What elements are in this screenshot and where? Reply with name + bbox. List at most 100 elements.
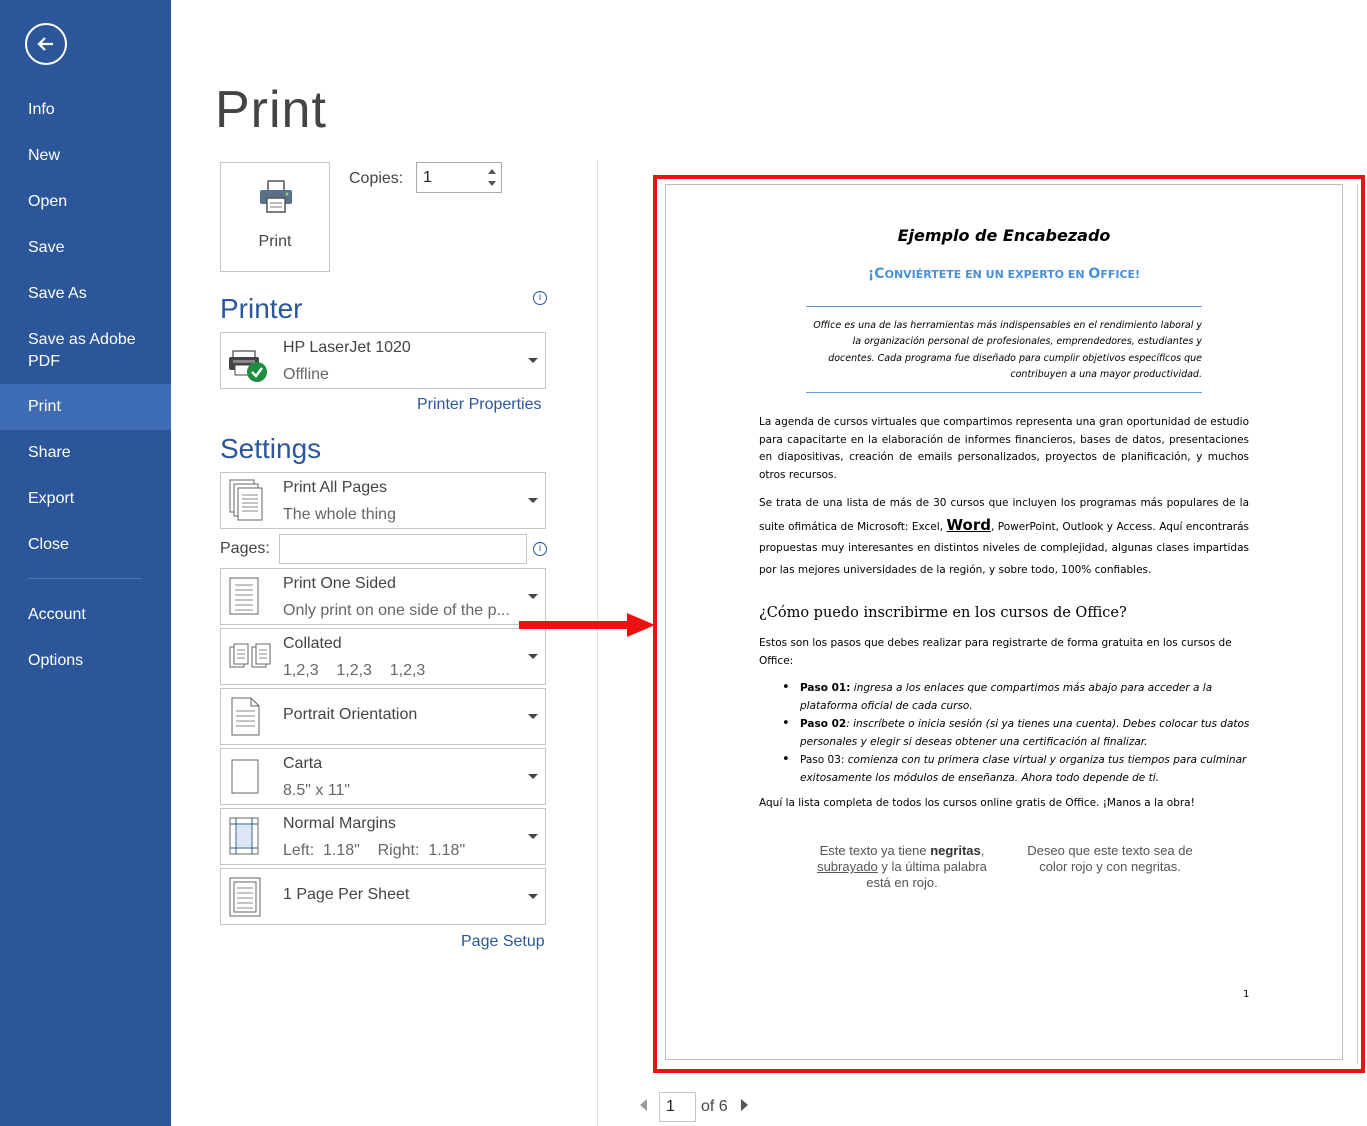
page-setup-link[interactable]: Page Setup [461, 933, 545, 951]
step-label: Paso 02 [800, 718, 847, 730]
textbox-bold: negritas [930, 843, 981, 858]
doc-subheading-part: ONVIÉRTETE EN UN EXPERTO EN [884, 268, 1089, 281]
page-title: Print [215, 81, 327, 139]
orientation-dropdown[interactable]: Portrait Orientation [220, 688, 546, 745]
chevron-down-icon [528, 498, 538, 503]
print-range-title: Print All Pages [283, 479, 388, 496]
paper-size-dropdown[interactable]: Carta 8.5" x 11" [220, 748, 546, 805]
nav-save-as-adobe-pdf[interactable]: Save as Adobe PDF [0, 329, 171, 373]
preview-scrollbar[interactable] [1357, 184, 1358, 1064]
nav-new[interactable]: New [0, 145, 171, 167]
nav-save[interactable]: Save [0, 237, 171, 259]
print-range-subtitle: The whole thing [283, 506, 396, 523]
print-button-label: Print [258, 233, 292, 250]
doc-paragraph-2: Se trata de una lista de más de 30 curso… [759, 493, 1249, 581]
pages-input[interactable] [279, 534, 527, 564]
pages-per-sheet-title: 1 Page Per Sheet [283, 886, 410, 903]
list-item: Paso 03: comienza con tu primera clase v… [782, 751, 1252, 787]
printer-name: HP LaserJet 1020 [283, 339, 411, 356]
margins-icon [229, 817, 261, 862]
page-number-input[interactable]: 1 [659, 1092, 696, 1122]
chevron-down-icon [528, 358, 538, 363]
sides-dropdown[interactable]: Print One Sided Only print on one side o… [220, 568, 546, 625]
textbox-text: Este texto ya tiene [819, 843, 931, 858]
paper-size-title: Carta [283, 755, 323, 772]
red-arrow-annotation [519, 613, 655, 637]
margins-subtitle: Left: 1.18" Right: 1.18" [283, 842, 466, 859]
nav-info[interactable]: Info [0, 99, 171, 121]
list-item: Paso 02: inscríbete o inicia sesión (si … [782, 715, 1252, 751]
chevron-down-icon [528, 894, 538, 899]
doc-textbox-2: Deseo que este texto sea de color rojo y… [1027, 843, 1193, 874]
collation-title: Collated [283, 635, 342, 652]
one-sided-page-icon [229, 577, 263, 622]
doc-paragraph-1: La agenda de cursos virtuales que compar… [759, 416, 1249, 481]
spin-up-icon[interactable] [488, 169, 496, 174]
nav-close[interactable]: Close [0, 534, 171, 556]
printer-icon [257, 179, 295, 220]
nav-export[interactable]: Export [0, 488, 171, 510]
step-label: Paso 03: [800, 754, 845, 766]
margins-dropdown[interactable]: Normal Margins Left: 1.18" Right: 1.18" [220, 808, 546, 865]
sides-subtitle: Only print on one side of the p... [283, 602, 510, 619]
pages-stack-icon [229, 479, 265, 528]
step-text: : inscríbete o inicia sesión (si ya tien… [800, 718, 1250, 748]
quote-bottom-rule [806, 392, 1202, 393]
orientation-title: Portrait Orientation [283, 706, 418, 723]
doc-subheading-part: FFICE! [1100, 268, 1141, 281]
doc-steps-intro: Estos son los pasos que debes realizar p… [759, 637, 1232, 667]
nav-divider [28, 578, 142, 579]
nav-open[interactable]: Open [0, 191, 171, 213]
back-arrow-icon[interactable] [25, 23, 67, 65]
nav-share[interactable]: Share [0, 442, 171, 464]
doc-question-heading: ¿Cómo puedo inscribirme en los cursos de… [759, 605, 1127, 621]
current-page[interactable]: 1 [666, 1098, 675, 1116]
printer-dropdown[interactable]: HP LaserJet 1020 Offline [220, 332, 546, 389]
page-per-sheet-icon [229, 877, 263, 922]
pages-label: Pages: [220, 540, 270, 557]
collation-dropdown[interactable]: Collated 1,2,3 1,2,3 1,2,3 [220, 628, 546, 685]
previous-page-icon[interactable] [640, 1099, 647, 1111]
chevron-down-icon [528, 834, 538, 839]
nav-options[interactable]: Options [0, 650, 171, 672]
printer-status: Offline [283, 366, 329, 383]
print-range-dropdown[interactable]: Print All Pages The whole thing [220, 472, 546, 529]
doc-steps-list: Paso 01: ingresa a los enlaces que compa… [782, 679, 1252, 787]
printer-ready-icon [229, 347, 269, 388]
doc-quote: Office es una de las herramientas más in… [813, 320, 1202, 380]
copies-stepper[interactable]: 1 [416, 162, 502, 193]
collated-pages-icon [229, 643, 273, 674]
chevron-down-icon [528, 594, 538, 599]
print-button[interactable]: Print [220, 162, 330, 272]
doc-page-number: 1 [1243, 989, 1250, 1000]
pages-info-icon[interactable]: i [533, 542, 547, 556]
panel-divider [597, 160, 598, 1126]
nav-save-as[interactable]: Save As [0, 283, 171, 305]
copies-label: Copies: [349, 170, 404, 187]
paper-size-icon [231, 759, 261, 800]
step-text: ingresa a los enlaces que compartimos má… [800, 682, 1213, 712]
printer-info-icon[interactable]: i [533, 291, 547, 305]
backstage-sidebar: Info New Open Save Save As Save as Adobe… [0, 0, 171, 1126]
print-preview-page [665, 184, 1343, 1060]
nav-print[interactable]: Print [0, 384, 171, 430]
sides-title: Print One Sided [283, 575, 396, 592]
copies-value[interactable]: 1 [423, 169, 432, 187]
doc-textbox-1: Este texto ya tiene negritas, subrayado … [806, 843, 998, 891]
list-item: Paso 01: ingresa a los enlaces que compa… [782, 679, 1252, 715]
spin-down-icon[interactable] [488, 181, 496, 186]
collation-subtitle: 1,2,3 1,2,3 1,2,3 [283, 662, 426, 679]
printer-properties-link[interactable]: Printer Properties [417, 396, 542, 414]
textbox-text: , [980, 843, 985, 858]
nav-account[interactable]: Account [0, 604, 171, 626]
page-count-label: of 6 [701, 1098, 728, 1115]
paper-size-subtitle: 8.5" x 11" [283, 782, 351, 799]
margins-title: Normal Margins [283, 815, 396, 832]
pages-per-sheet-dropdown[interactable]: 1 Page Per Sheet [220, 868, 546, 925]
textbox-underline: subrayado [817, 859, 878, 874]
next-page-icon[interactable] [741, 1099, 748, 1111]
doc-subheading-part: ¡C [867, 266, 885, 282]
doc-closing: Aquí la lista completa de todos los curs… [759, 797, 1195, 809]
doc-word-emphasis: Word [946, 515, 991, 534]
chevron-down-icon [528, 714, 538, 719]
